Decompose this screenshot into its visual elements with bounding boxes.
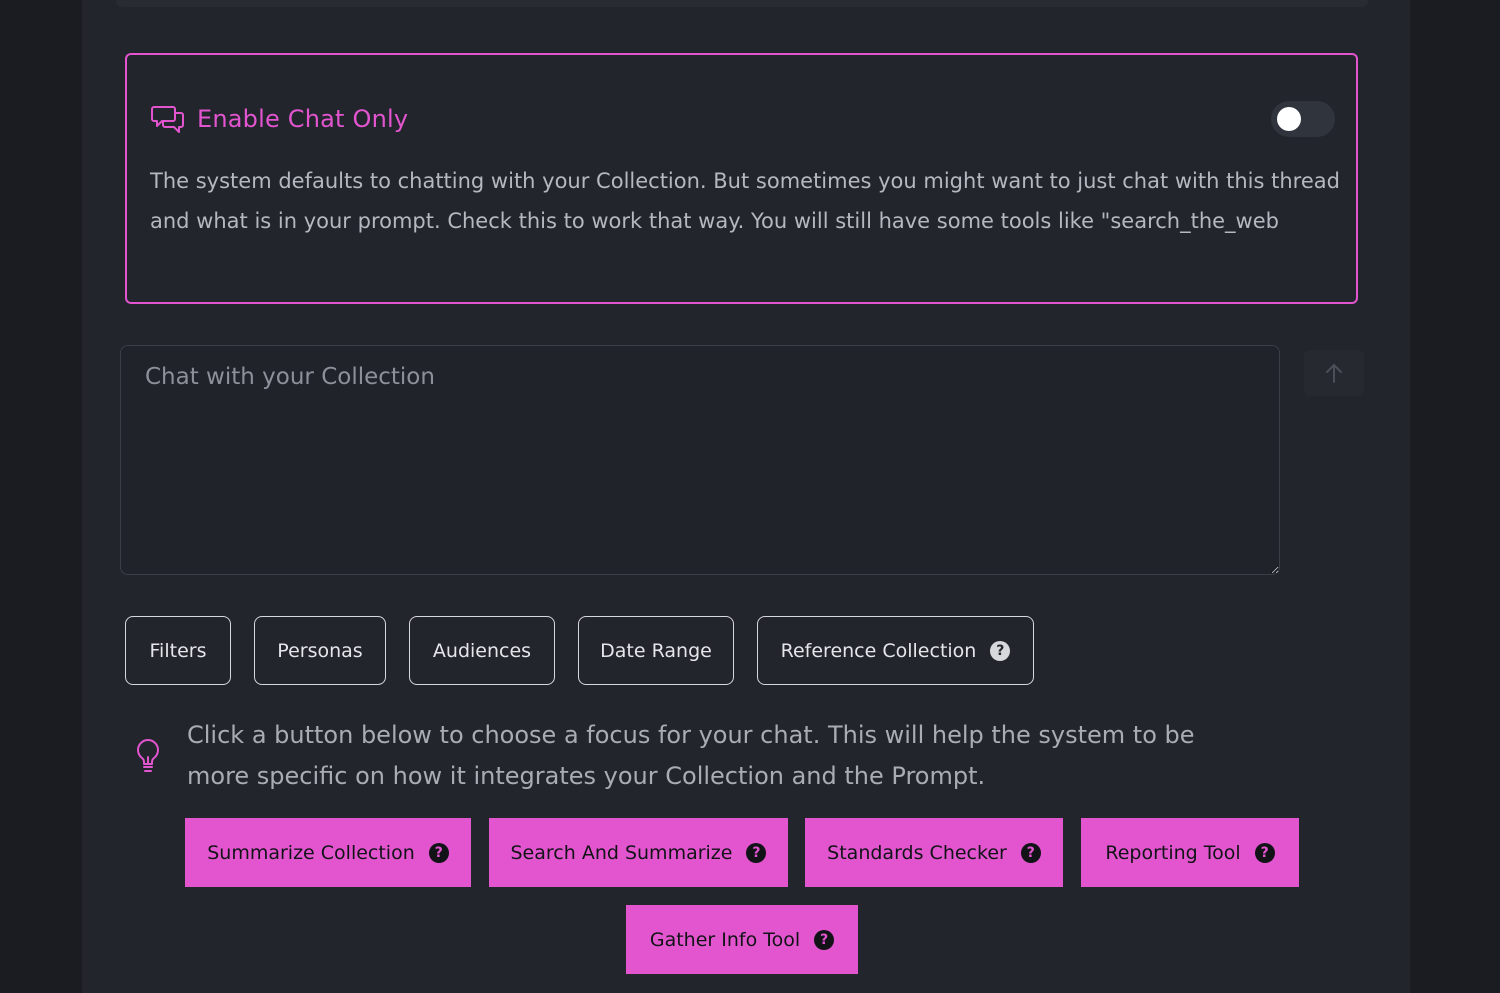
question-circle-icon[interactable]: ? (428, 842, 449, 863)
arrow-up-icon (1326, 364, 1342, 383)
question-circle-icon[interactable]: ? (1020, 842, 1041, 863)
question-circle-icon[interactable]: ? (814, 929, 835, 950)
audiences-button[interactable]: Audiences (409, 616, 555, 685)
gather-info-tool-label: Gather Info Tool (649, 928, 801, 951)
reference-collection-button[interactable]: Reference Collection ? (757, 616, 1034, 685)
top-strip (116, 0, 1368, 7)
standards-checker-button[interactable]: Standards Checker ? (805, 818, 1063, 887)
date-range-button[interactable]: Date Range (578, 616, 734, 685)
date-range-label: Date Range (600, 639, 712, 662)
reference-collection-label: Reference Collection (780, 639, 977, 662)
reporting-tool-button[interactable]: Reporting Tool ? (1081, 818, 1299, 887)
filters-button[interactable]: Filters (125, 616, 231, 685)
summarize-collection-button[interactable]: Summarize Collection ? (185, 818, 471, 887)
lightbulb-icon (137, 739, 159, 772)
summarize-collection-label: Summarize Collection (207, 841, 415, 864)
question-circle-icon[interactable]: ? (990, 640, 1011, 661)
standards-checker-label: Standards Checker (827, 841, 1007, 864)
card-header: Enable Chat Only (151, 103, 408, 135)
gather-info-tool-button[interactable]: Gather Info Tool ? (626, 905, 858, 974)
search-and-summarize-button[interactable]: Search And Summarize ? (489, 818, 788, 887)
chat-only-card: Enable Chat Only The system defaults to … (125, 53, 1358, 304)
reporting-tool-label: Reporting Tool (1105, 841, 1241, 864)
chat-only-toggle[interactable] (1271, 101, 1335, 137)
chat-only-title: Enable Chat Only (197, 105, 409, 133)
page: Enable Chat Only The system defaults to … (0, 0, 1500, 993)
chat-only-description: The system defaults to chatting with you… (150, 169, 1340, 233)
chat-input[interactable] (120, 345, 1280, 575)
personas-label: Personas (277, 639, 363, 662)
tip-text: Click a button below to choose a focus f… (187, 721, 1195, 790)
send-button[interactable] (1304, 350, 1364, 396)
search-and-summarize-label: Search And Summarize (510, 841, 733, 864)
toggle-knob[interactable] (1277, 107, 1301, 131)
filters-label: Filters (149, 639, 207, 662)
audiences-label: Audiences (432, 639, 532, 662)
question-circle-icon[interactable]: ? (746, 842, 767, 863)
personas-button[interactable]: Personas (254, 616, 386, 685)
question-circle-icon[interactable]: ? (1254, 842, 1275, 863)
chat-bubbles-icon (151, 106, 184, 133)
